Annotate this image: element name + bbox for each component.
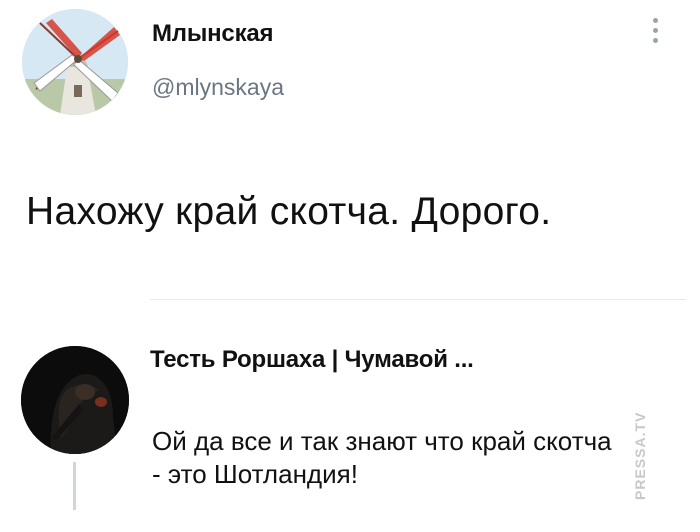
reply-text: Ой да все и так знают что край скотча - …: [152, 425, 672, 491]
reply-author-name[interactable]: Тесть Роршаха | Чумавой ...: [150, 346, 474, 374]
reply-text-line: Ой да все и так знают что край скотча: [152, 426, 612, 456]
author-handle[interactable]: @mlynskaya: [152, 74, 284, 101]
watermark: PRESSA.TV: [632, 411, 648, 500]
more-vertical-icon[interactable]: [648, 18, 662, 52]
tweet-text: Нахожу край скотча. Дорого.: [26, 190, 552, 233]
reply-text-line: - это Шотландия!: [152, 459, 358, 489]
author-name[interactable]: Млынская: [152, 20, 274, 48]
divider: [150, 299, 686, 300]
reply-avatar[interactable]: [21, 346, 129, 454]
author-avatar[interactable]: [22, 9, 128, 115]
windmill-avatar-icon: [22, 9, 128, 115]
thread-connector-line: [73, 462, 76, 510]
plague-doctor-avatar-icon: [21, 346, 129, 454]
